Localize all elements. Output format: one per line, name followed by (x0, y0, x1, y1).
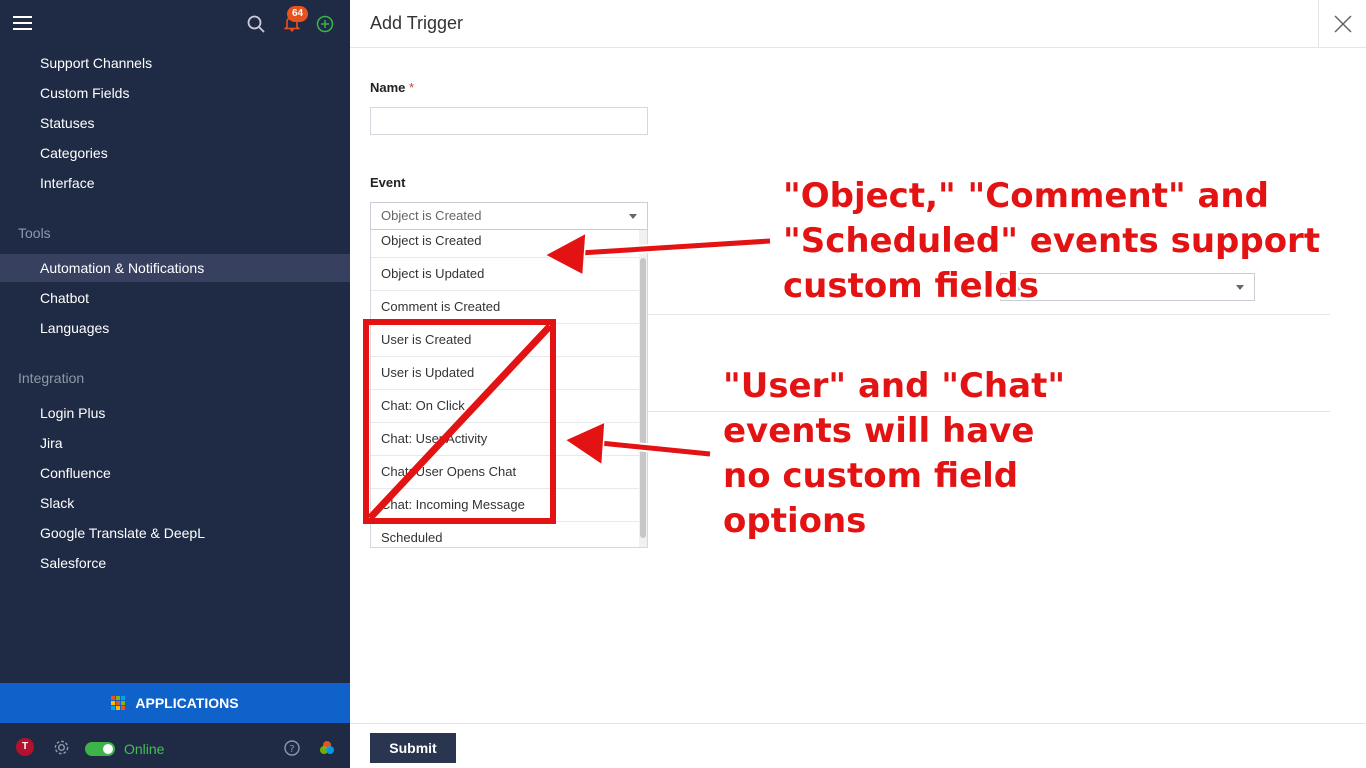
chevron-down-icon (629, 214, 637, 219)
annotation-line: custom fields (783, 266, 1039, 306)
close-button[interactable] (1318, 0, 1366, 48)
name-input[interactable] (370, 107, 648, 135)
sidebar-section-tools: Tools (18, 225, 51, 241)
sidebar: 64 Support Channels Custom Fields Status… (0, 0, 350, 768)
sidebar-bottom-bar: T Online ? (0, 728, 350, 768)
sidebar-item-confluence[interactable]: Confluence (0, 459, 350, 487)
search-icon[interactable] (247, 15, 265, 33)
event-select[interactable]: Object is Created (370, 202, 648, 230)
name-label: Name * (370, 80, 414, 95)
required-mark: * (409, 80, 415, 95)
apps-grid-icon (111, 696, 126, 710)
sidebar-item-automation-notifications[interactable]: Automation & Notifications (0, 254, 350, 282)
annotation-top-note: "Object," "Comment" and "Scheduled" even… (783, 174, 1320, 309)
event-option-scheduled[interactable]: Scheduled (371, 522, 647, 547)
event-option-comment-created[interactable]: Comment is Created (371, 291, 647, 324)
event-option-chat-user-activity[interactable]: Chat: User Activity (371, 423, 647, 456)
sidebar-item-interface[interactable]: Interface (0, 169, 350, 197)
sidebar-item-google-translate-deepl[interactable]: Google Translate & DeepL (0, 519, 350, 547)
event-label: Event (370, 175, 406, 190)
svg-text:?: ? (289, 744, 294, 755)
event-option-object-updated[interactable]: Object is Updated (371, 258, 647, 291)
menu-icon[interactable] (13, 16, 32, 30)
avatar[interactable]: T (16, 738, 34, 756)
help-icon[interactable]: ? (284, 740, 300, 756)
sidebar-item-languages[interactable]: Languages (0, 314, 350, 342)
sidebar-item-custom-fields[interactable]: Custom Fields (0, 79, 350, 107)
event-option-chat-user-opens-chat[interactable]: Chat: User Opens Chat (371, 456, 647, 489)
name-label-text: Name (370, 80, 406, 95)
submit-button[interactable]: Submit (370, 733, 456, 763)
annotation-bottom-note: "User" and "Chat" events will have no cu… (723, 364, 1065, 544)
event-option-chat-incoming-message[interactable]: Chat: Incoming Message (371, 489, 647, 522)
annotation-line: events will have (723, 411, 1035, 451)
event-option-user-updated[interactable]: User is Updated (371, 357, 647, 390)
annotation-line: options (723, 501, 867, 541)
annotation-line: no custom field (723, 456, 1019, 496)
online-status-toggle[interactable] (85, 742, 115, 756)
annotation-line: "User" and "Chat" (723, 366, 1066, 406)
applications-label: APPLICATIONS (135, 695, 239, 711)
sidebar-section-integration: Integration (18, 370, 85, 386)
gear-icon[interactable] (53, 739, 70, 756)
sidebar-item-slack[interactable]: Slack (0, 489, 350, 517)
add-circle-icon[interactable] (316, 15, 334, 33)
panel-header: Add Trigger (350, 0, 1366, 48)
sidebar-item-salesforce[interactable]: Salesforce (0, 549, 350, 577)
apps-drops-icon[interactable] (318, 739, 336, 757)
notification-badge: 64 (287, 6, 308, 22)
annotation-line: "Scheduled" events support (783, 221, 1321, 261)
dropdown-scrollbar[interactable] (639, 230, 647, 547)
event-select-value: Object is Created (381, 208, 482, 223)
annotation-line: "Object," "Comment" and (783, 176, 1269, 216)
section-divider (648, 314, 1330, 315)
sidebar-item-jira[interactable]: Jira (0, 429, 350, 457)
sidebar-item-chatbot[interactable]: Chatbot (0, 284, 350, 312)
event-dropdown-list: Object is Created Object is Updated Comm… (370, 230, 648, 548)
panel-footer: Submit (350, 723, 1366, 768)
event-option-chat-on-click[interactable]: Chat: On Click (371, 390, 647, 423)
sidebar-item-categories[interactable]: Categories (0, 139, 350, 167)
event-option-user-created[interactable]: User is Created (371, 324, 647, 357)
close-icon (1333, 15, 1352, 33)
sidebar-item-login-plus[interactable]: Login Plus (0, 399, 350, 427)
sidebar-top-bar: 64 (0, 0, 350, 48)
applications-button[interactable]: APPLICATIONS (0, 683, 350, 723)
sidebar-item-support-channels[interactable]: Support Channels (0, 49, 350, 77)
page-title: Add Trigger (370, 13, 464, 33)
status-label: Online (124, 741, 165, 757)
event-option-object-created[interactable]: Object is Created (371, 230, 647, 258)
sidebar-item-statuses[interactable]: Statuses (0, 109, 350, 137)
